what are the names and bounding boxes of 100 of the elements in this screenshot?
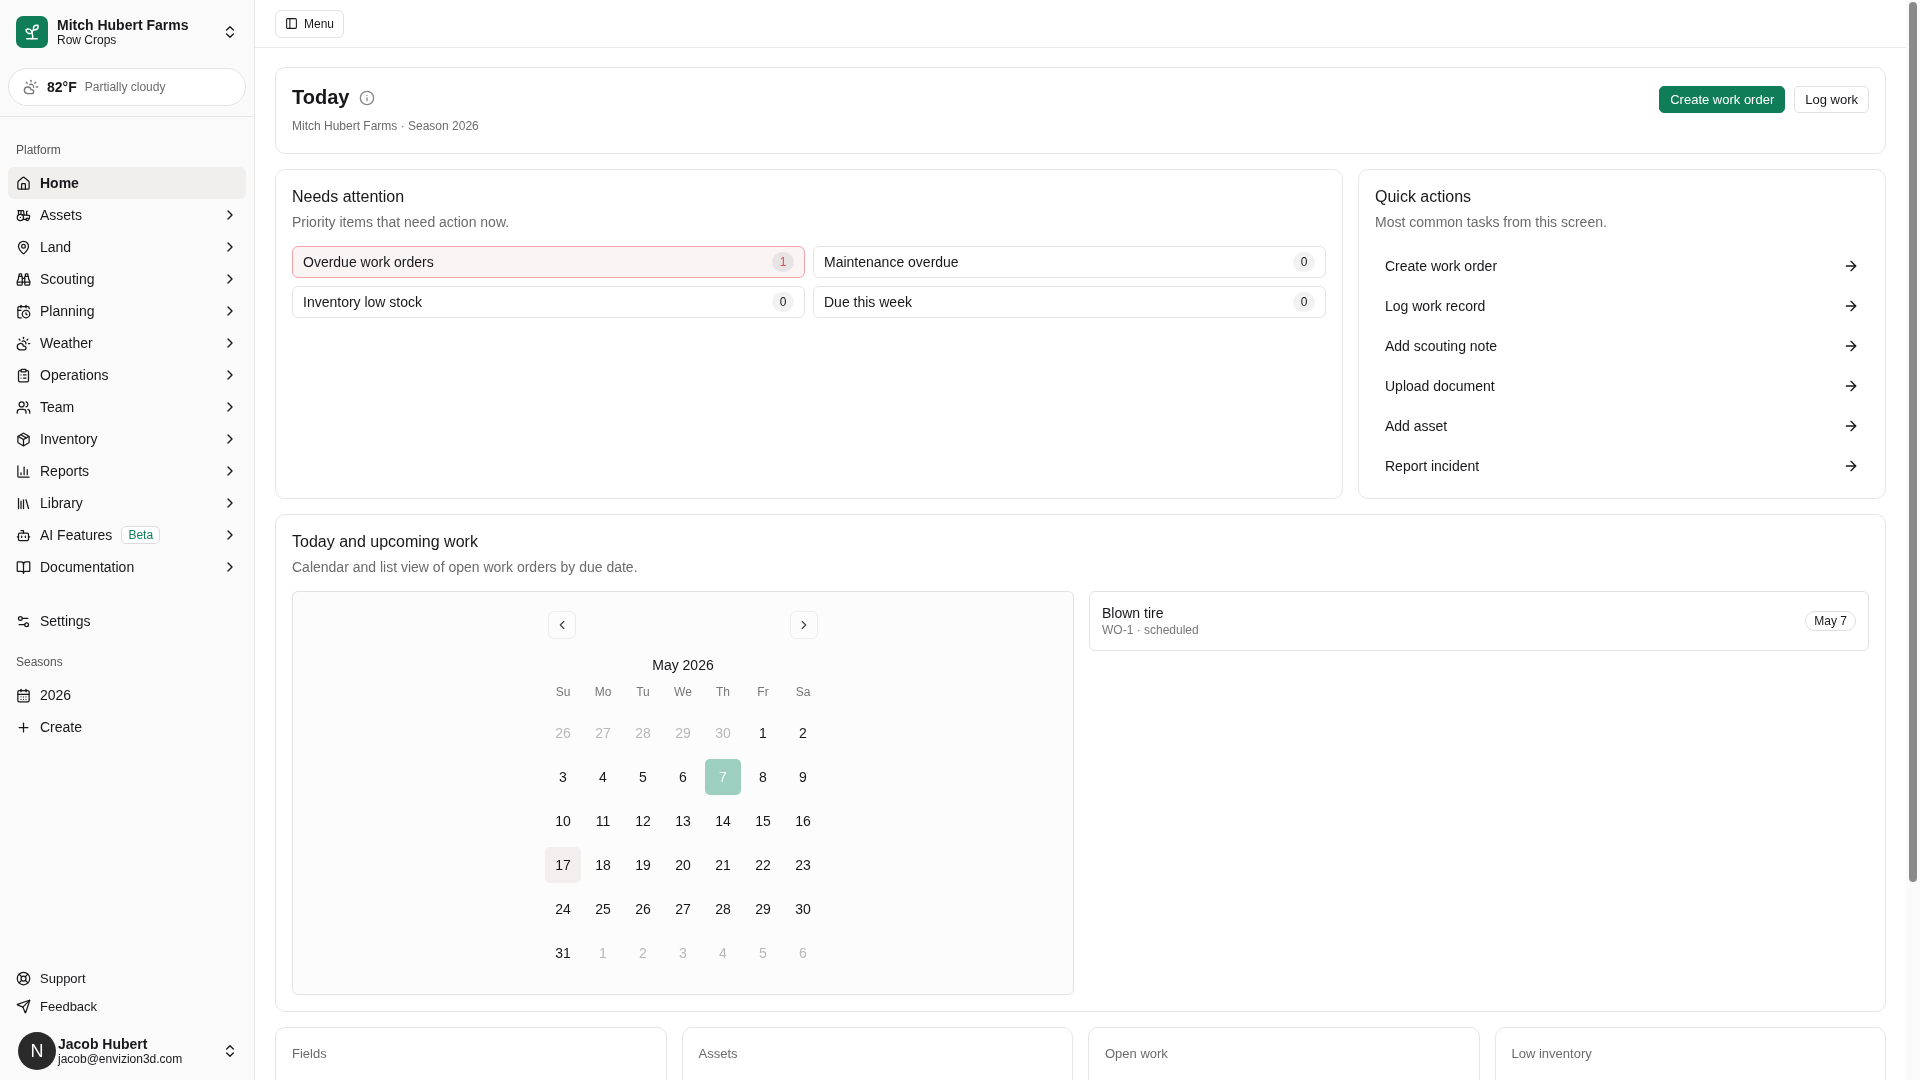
calendar-day[interactable]: 17: [545, 847, 581, 883]
calendar-day[interactable]: 6: [665, 759, 701, 795]
arrow-right-icon: [1843, 458, 1859, 474]
calendar-day[interactable]: 2: [785, 715, 821, 751]
sidebar-item[interactable]: Documentation: [8, 551, 246, 583]
calendar-day[interactable]: 30: [785, 891, 821, 927]
calendar-day[interactable]: 28: [705, 891, 741, 927]
binoculars-icon: [16, 271, 31, 287]
beta-badge: Beta: [121, 526, 161, 544]
sidebar-item[interactable]: Weather: [8, 327, 246, 359]
sidebar-item[interactable]: Land: [8, 231, 246, 263]
work-order-item[interactable]: Blown tire WO-1 · scheduled May 7: [1089, 591, 1869, 651]
stat-label: Open work: [1105, 1046, 1168, 1061]
quick-action[interactable]: Add asset: [1375, 406, 1869, 446]
count-badge: 0: [1293, 292, 1315, 312]
sidebar-item[interactable]: AI Features Beta: [8, 519, 246, 551]
scrollbar[interactable]: [1906, 0, 1920, 1080]
calendar-day[interactable]: 3: [545, 759, 581, 795]
calendar-day[interactable]: 5: [625, 759, 661, 795]
sidebar-item[interactable]: Inventory: [8, 423, 246, 455]
work-order-meta: WO-1 · scheduled: [1102, 623, 1200, 637]
quick-action[interactable]: Upload document: [1375, 366, 1869, 406]
menu-button[interactable]: Menu: [275, 9, 345, 38]
sidebar-item[interactable]: Reports: [8, 455, 246, 487]
sidebar-item[interactable]: Operations: [8, 359, 246, 391]
attention-item[interactable]: Maintenance overdue 0: [813, 246, 1326, 278]
calendar-day[interactable]: 11: [585, 803, 621, 839]
arrow-right-icon: [1843, 298, 1859, 314]
cloud-sun-icon: [23, 79, 39, 95]
farm-logo: [16, 16, 48, 48]
card-description: Calendar and list view of open work orders by due date.: [292, 559, 639, 575]
sidebar-item[interactable]: Home: [8, 167, 246, 199]
calendar-day[interactable]: 16: [785, 803, 821, 839]
calendar-day[interactable]: 24: [545, 891, 581, 927]
calendar-day[interactable]: 26: [625, 891, 661, 927]
calendar-day[interactable]: 13: [665, 803, 701, 839]
stat-label: Assets: [698, 1046, 738, 1061]
plus-icon: [16, 719, 31, 735]
calendar-day[interactable]: 21: [705, 847, 741, 883]
footer-link[interactable]: Feedback: [8, 992, 246, 1020]
calendar-month: May 2026: [652, 657, 714, 673]
send-icon: [16, 998, 31, 1014]
primary-button[interactable]: Create work order: [1659, 86, 1786, 113]
bar-chart-icon: [16, 463, 31, 479]
quick-action[interactable]: Report incident: [1375, 446, 1869, 486]
calendar-day[interactable]: 20: [665, 847, 701, 883]
calendar-day[interactable]: 29: [745, 891, 781, 927]
quick-action[interactable]: Log work record: [1375, 286, 1869, 326]
calendar-day[interactable]: 1: [745, 715, 781, 751]
attention-item[interactable]: Inventory low stock 0: [292, 286, 805, 318]
tractor-icon: [16, 207, 31, 223]
stat-label: Low inventory: [1511, 1046, 1592, 1061]
card-title: Quick actions: [1375, 188, 1473, 206]
quick-action[interactable]: Add scouting note: [1375, 326, 1869, 366]
card-description: Priority items that need action now.: [292, 214, 511, 230]
sidebar-item[interactable]: Team: [8, 391, 246, 423]
footer-link[interactable]: Support: [8, 964, 246, 992]
weekday-label: Fr: [756, 685, 770, 701]
sidebar-item[interactable]: 2026: [8, 679, 246, 711]
weekday-label: Su: [554, 685, 572, 701]
house-icon: [16, 175, 31, 191]
calendar-day[interactable]: 25: [585, 891, 621, 927]
calendar-day[interactable]: 8: [745, 759, 781, 795]
calendar-day[interactable]: 14: [705, 803, 741, 839]
quick-action[interactable]: Create work order: [1375, 246, 1869, 286]
calendar-day[interactable]: 27: [665, 891, 701, 927]
sidebar-item[interactable]: Planning: [8, 295, 246, 327]
secondary-button[interactable]: Log work: [1794, 86, 1869, 113]
section-title: Platform: [15, 142, 62, 159]
weekday-label: Mo: [593, 685, 613, 701]
card-title: Today and upcoming work: [292, 533, 479, 551]
attention-item[interactable]: Overdue work orders 1: [292, 246, 805, 278]
farm-subtitle: Row Crops: [57, 33, 118, 47]
calendar-day[interactable]: 4: [585, 759, 621, 795]
calendar-day[interactable]: 18: [585, 847, 621, 883]
calendar-day[interactable]: 12: [625, 803, 661, 839]
robot-icon: [16, 527, 31, 543]
sidebar-item[interactable]: Assets: [8, 199, 246, 231]
sidebar-item[interactable]: Settings: [8, 605, 246, 637]
info-icon[interactable]: [359, 89, 376, 106]
users-icon: [16, 399, 31, 415]
calendar-day[interactable]: 22: [745, 847, 781, 883]
count-badge: 0: [772, 292, 794, 312]
map-pin-icon: [16, 239, 31, 255]
calendar-day[interactable]: 23: [785, 847, 821, 883]
weekday-label: Sa: [794, 685, 812, 701]
arrow-right-icon: [1843, 258, 1859, 274]
sidebar-item[interactable]: Library: [8, 487, 246, 519]
attention-item[interactable]: Due this week 0: [813, 286, 1326, 318]
arrow-right-icon: [1843, 378, 1859, 394]
weekday-label: Th: [715, 685, 731, 701]
calendar-day[interactable]: 19: [625, 847, 661, 883]
user-avatar: N: [18, 1032, 56, 1070]
calendar-day[interactable]: 10: [545, 803, 581, 839]
user-email: jacob@envizion3d.com: [58, 1052, 184, 1066]
sidebar-item[interactable]: Scouting: [8, 263, 246, 295]
calendar-day[interactable]: 9: [785, 759, 821, 795]
calendar-day[interactable]: 15: [745, 803, 781, 839]
sidebar-item[interactable]: Create: [8, 711, 246, 743]
calendar-day[interactable]: 31: [545, 935, 581, 971]
